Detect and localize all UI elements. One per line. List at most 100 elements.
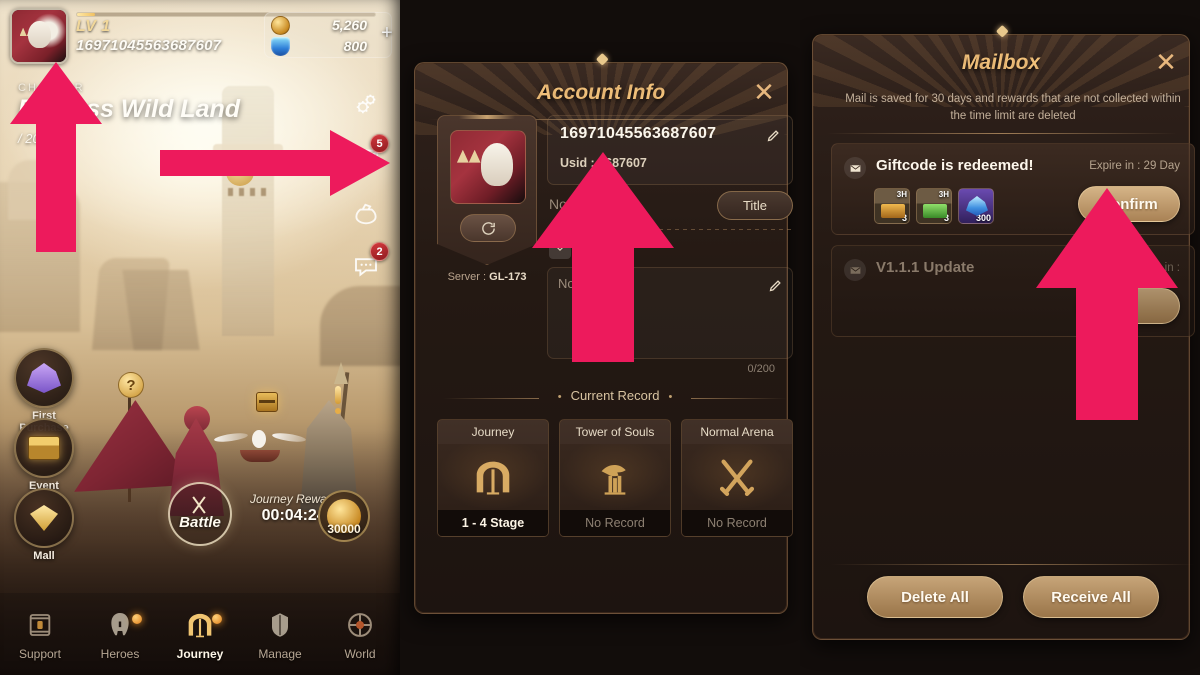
reward-duration: 3H <box>938 190 949 199</box>
delete-all-button[interactable]: Delete All <box>867 576 1003 618</box>
receive-button[interactable] <box>1078 288 1180 324</box>
bottom-navigation: Support Heroes Journey Manage World <box>0 593 400 675</box>
helmet-icon <box>103 608 137 642</box>
mailbox-description: Mail is saved for 30 days and rewards th… <box>845 93 1181 122</box>
record-title: Normal Arena <box>682 420 792 444</box>
event-icon <box>14 418 74 478</box>
nav-notify-dot <box>132 613 142 624</box>
nav-label-journey: Journey <box>176 646 224 661</box>
edit-greeting-button[interactable] <box>764 274 786 296</box>
record-card-normal-arena[interactable]: Normal Arena No Record <box>681 419 793 537</box>
nav-item-journey[interactable]: Journey <box>160 608 240 661</box>
avatar-portrait-art <box>12 10 66 62</box>
help-question-icon[interactable]: ? <box>118 372 144 398</box>
ruin-decor <box>8 160 60 220</box>
mail-item[interactable]: Giftcode is redeemed! Expire in : 29 Day… <box>831 143 1195 235</box>
current-record-label: Current Record <box>549 388 682 403</box>
bag-icon <box>344 190 388 234</box>
exclamation-icon[interactable] <box>332 386 344 416</box>
greeting-box[interactable]: No greetings <box>547 267 793 359</box>
no-titles-label: No titles <box>549 196 600 212</box>
confirm-button[interactable]: Confirm <box>1078 186 1180 222</box>
card-top-ornament <box>459 115 515 119</box>
server-label: Server : GL-173 <box>431 271 543 283</box>
reward-quantity: 3 <box>901 213 907 223</box>
record-title: Journey <box>438 420 548 444</box>
mail-list[interactable]: Giftcode is redeemed! Expire in : 29 Day… <box>831 143 1195 581</box>
add-currency-button[interactable]: + <box>376 14 398 52</box>
shortcut-mall[interactable]: Mall <box>14 488 74 562</box>
close-button[interactable]: ✕ <box>749 77 779 107</box>
chat-rail-icon[interactable]: 2 <box>344 242 389 288</box>
currency-row-gold[interactable]: 5,260 <box>271 14 371 36</box>
server-prefix: Server : <box>447 271 490 283</box>
battle-label: Battle <box>179 514 221 531</box>
gold-coin-icon <box>271 15 290 35</box>
dialog-top-gem-icon <box>595 52 609 66</box>
account-info-title: Account Info <box>536 81 666 104</box>
nav-item-manage[interactable]: Manage <box>240 608 320 661</box>
chapter-block: CHAPTER Endless Wild Land / 20 <box>18 82 240 146</box>
refresh-avatar-button[interactable] <box>460 214 516 242</box>
envelope-icon <box>844 259 866 281</box>
current-record-section-header: Current Record <box>433 387 797 405</box>
profile-avatar[interactable] <box>10 8 68 64</box>
record-value: 1 - 4 Stage <box>438 510 548 536</box>
gate-icon <box>438 444 548 510</box>
player-info: LV 1 16971045563687607 <box>76 18 221 54</box>
mail-subject: Giftcode is redeemed! <box>876 157 1034 174</box>
nav-label-heroes: Heroes <box>100 646 140 661</box>
mail-badge-count: 5 <box>370 134 389 153</box>
record-card-journey[interactable]: Journey 1 - 4 Stage <box>437 419 549 537</box>
experience-fill <box>77 13 95 16</box>
mailbox-dialog: Mailbox ✕ Mail is saved for 30 days and … <box>812 24 1195 640</box>
greeting-placeholder: No greetings <box>558 276 632 291</box>
title-row: No titles Title <box>547 191 793 221</box>
mail-item[interactable]: V1.1.1 Update Expire in : <box>831 245 1195 337</box>
battle-button[interactable]: Battle <box>168 482 232 546</box>
mail-rail-icon[interactable]: 5 <box>344 134 389 180</box>
footer-divider <box>831 564 1195 565</box>
player-nickname: 16971045563687607 <box>76 37 222 54</box>
bag-rail-icon[interactable] <box>344 190 388 234</box>
account-avatar[interactable] <box>450 130 526 204</box>
edit-nickname-button[interactable] <box>762 124 784 146</box>
copy-icon[interactable] <box>679 154 694 170</box>
title-button[interactable]: Title <box>717 191 793 220</box>
nav-label-world: World <box>344 646 376 661</box>
settings-icon <box>344 82 388 126</box>
hud-icon-rail: 5 2 <box>344 82 392 298</box>
currency-row-gem[interactable]: 800 <box>271 35 371 57</box>
record-card-row: Journey 1 - 4 Stage Tower of Souls No Re… <box>437 419 793 537</box>
mail-expiry: Expire in : 29 Day <box>1089 160 1180 172</box>
world-icon <box>343 608 377 642</box>
dialog-divider <box>827 133 1177 134</box>
nav-item-world[interactable]: World <box>320 608 400 661</box>
record-value: No Record <box>560 510 670 536</box>
shortcut-label-mall: Mall <box>33 550 55 562</box>
receive-all-button[interactable]: Receive All <box>1023 576 1159 618</box>
green-chest-icon[interactable]: 3H 3 <box>916 188 952 224</box>
section-line-left <box>443 398 539 399</box>
support-icon <box>23 608 57 642</box>
top-hud: LV 1 16971045563687607 5,260 800 + <box>0 0 400 64</box>
nav-item-support[interactable]: Support <box>0 608 80 661</box>
floating-chest-icon[interactable] <box>256 392 278 412</box>
nav-label-support: Support <box>18 646 62 661</box>
shortcut-event[interactable]: Event <box>14 418 74 492</box>
orange-chest-icon[interactable]: 3H 3 <box>874 188 910 224</box>
gem-value: 800 <box>343 38 367 54</box>
record-card-tower-of-souls[interactable]: Tower of Souls No Record <box>559 419 671 537</box>
ruin-decor <box>122 270 200 350</box>
close-button[interactable]: ✕ <box>1151 47 1181 77</box>
mail-subject: V1.1.1 Update <box>876 259 975 276</box>
nav-item-heroes[interactable]: Heroes <box>80 608 160 661</box>
chat-badge-count: 2 <box>370 242 389 261</box>
settings-rail-icon[interactable] <box>344 82 388 126</box>
screenshot-root: LV 1 16971045563687607 5,260 800 + CHAPT… <box>0 0 1200 675</box>
tower-detail <box>228 188 270 196</box>
blue-gem-icon <box>271 36 290 56</box>
ruin-decor <box>320 286 400 366</box>
gem-icon[interactable]: 300 <box>958 188 994 224</box>
manage-icon <box>263 608 297 642</box>
